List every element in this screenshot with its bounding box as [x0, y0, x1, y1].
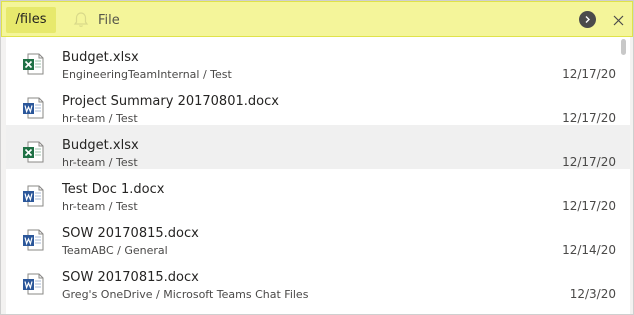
- file-date: 12/17/20: [562, 155, 616, 169]
- word-file-icon: [23, 97, 44, 119]
- file-location: TeamABC / General: [62, 244, 168, 257]
- file-date: 12/17/20: [562, 199, 616, 213]
- file-name: Test Doc 1.docx: [62, 182, 165, 197]
- file-date: 12/17/20: [562, 67, 616, 81]
- close-button[interactable]: [608, 10, 628, 30]
- file-filter-label: File: [98, 12, 120, 28]
- file-row[interactable]: SOW 20170815.docx Greg's OneDrive / Micro…: [6, 257, 630, 301]
- file-results-list: Budget.xlsx EngineeringTeamInternal / Tes…: [6, 37, 630, 314]
- file-location: EngineeringTeamInternal / Test: [62, 68, 232, 81]
- chevron-right-icon: [585, 16, 590, 23]
- file-name: Budget.xlsx: [62, 138, 139, 153]
- file-location: hr-team / Test: [62, 112, 138, 125]
- file-row[interactable]: SOW 20170815.docx TeamABC / General 12/14/…: [6, 213, 630, 257]
- file-date: 12/3/20: [569, 287, 616, 301]
- command-chip[interactable]: /files: [6, 7, 56, 33]
- bell-icon: [73, 12, 89, 27]
- file-row[interactable]: Test Doc 1.docx hr-team / Test 12/17/20: [6, 169, 630, 213]
- files-flyout: /files File Budget.xlsx EngineeringTeamI…: [0, 0, 634, 315]
- go-button[interactable]: [579, 11, 596, 28]
- file-date: 12/17/20: [562, 111, 616, 125]
- file-row[interactable]: Project Summary 20170801.docx hr-team / T…: [6, 81, 630, 125]
- command-bar: /files File: [1, 1, 633, 37]
- excel-file-icon: [23, 53, 44, 75]
- scrollbar[interactable]: [621, 39, 626, 55]
- file-name: Project Summary 20170801.docx: [62, 94, 279, 109]
- file-row[interactable]: Budget.xlsx hr-team / Test 12/17/20: [6, 125, 630, 169]
- close-icon: [613, 15, 623, 25]
- excel-file-icon: [23, 141, 44, 163]
- file-name: SOW 20170815.docx: [62, 270, 199, 285]
- word-file-icon: [23, 273, 44, 295]
- file-date: 12/14/20: [562, 243, 616, 257]
- file-name: Budget.xlsx: [62, 50, 139, 65]
- file-location: hr-team / Test: [62, 200, 138, 213]
- word-file-icon: [23, 229, 44, 251]
- file-name: SOW 20170815.docx: [62, 226, 199, 241]
- word-file-icon: [23, 185, 44, 207]
- file-row[interactable]: Budget.xlsx EngineeringTeamInternal / Tes…: [6, 37, 630, 81]
- file-location: hr-team / Test: [62, 156, 138, 169]
- file-filter[interactable]: File: [72, 10, 120, 30]
- file-location: Greg's OneDrive / Microsoft Teams Chat F…: [62, 288, 309, 301]
